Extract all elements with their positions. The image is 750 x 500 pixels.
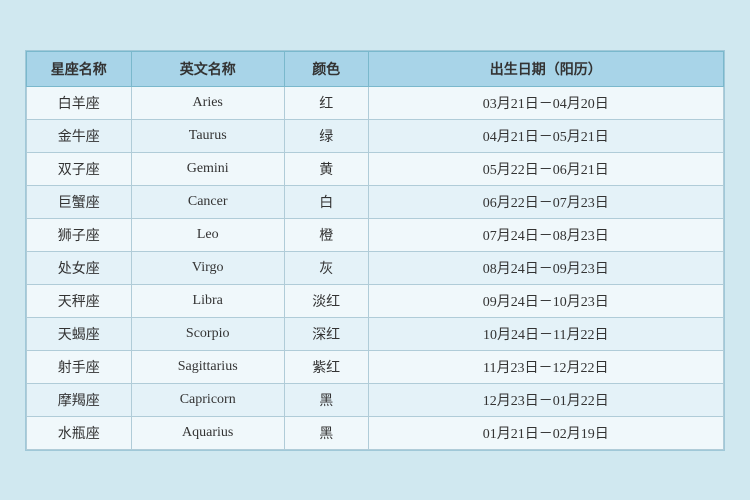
cell-en-name: Cancer bbox=[131, 185, 284, 218]
cell-cn-name: 摩羯座 bbox=[27, 383, 132, 416]
header-en-name: 英文名称 bbox=[131, 51, 284, 86]
cell-date: 11月23日－12月22日 bbox=[368, 350, 724, 383]
cell-date: 12月23日－01月22日 bbox=[368, 383, 724, 416]
cell-en-name: Leo bbox=[131, 218, 284, 251]
cell-cn-name: 双子座 bbox=[27, 152, 132, 185]
cell-date: 08月24日－09月23日 bbox=[368, 251, 724, 284]
table-row: 狮子座Leo橙07月24日－08月23日 bbox=[27, 218, 724, 251]
cell-date: 01月21日－02月19日 bbox=[368, 416, 724, 449]
cell-cn-name: 天秤座 bbox=[27, 284, 132, 317]
cell-cn-name: 水瓶座 bbox=[27, 416, 132, 449]
zodiac-table-container: 星座名称 英文名称 颜色 出生日期（阳历） 白羊座Aries红03月21日－04… bbox=[25, 50, 725, 451]
cell-cn-name: 金牛座 bbox=[27, 119, 132, 152]
cell-en-name: Gemini bbox=[131, 152, 284, 185]
cell-color: 白 bbox=[284, 185, 368, 218]
cell-en-name: Taurus bbox=[131, 119, 284, 152]
cell-color: 深红 bbox=[284, 317, 368, 350]
table-row: 巨蟹座Cancer白06月22日－07月23日 bbox=[27, 185, 724, 218]
table-row: 射手座Sagittarius紫红11月23日－12月22日 bbox=[27, 350, 724, 383]
cell-cn-name: 狮子座 bbox=[27, 218, 132, 251]
header-cn-name: 星座名称 bbox=[27, 51, 132, 86]
cell-date: 07月24日－08月23日 bbox=[368, 218, 724, 251]
cell-date: 06月22日－07月23日 bbox=[368, 185, 724, 218]
cell-en-name: Aries bbox=[131, 86, 284, 119]
table-header-row: 星座名称 英文名称 颜色 出生日期（阳历） bbox=[27, 51, 724, 86]
cell-en-name: Aquarius bbox=[131, 416, 284, 449]
cell-color: 绿 bbox=[284, 119, 368, 152]
table-row: 水瓶座Aquarius黑01月21日－02月19日 bbox=[27, 416, 724, 449]
table-row: 天蝎座Scorpio深红10月24日－11月22日 bbox=[27, 317, 724, 350]
cell-date: 03月21日－04月20日 bbox=[368, 86, 724, 119]
cell-color: 灰 bbox=[284, 251, 368, 284]
cell-en-name: Virgo bbox=[131, 251, 284, 284]
cell-date: 05月22日－06月21日 bbox=[368, 152, 724, 185]
table-row: 白羊座Aries红03月21日－04月20日 bbox=[27, 86, 724, 119]
cell-date: 09月24日－10月23日 bbox=[368, 284, 724, 317]
zodiac-table: 星座名称 英文名称 颜色 出生日期（阳历） 白羊座Aries红03月21日－04… bbox=[26, 51, 724, 450]
cell-date: 10月24日－11月22日 bbox=[368, 317, 724, 350]
cell-cn-name: 白羊座 bbox=[27, 86, 132, 119]
cell-en-name: Capricorn bbox=[131, 383, 284, 416]
cell-en-name: Scorpio bbox=[131, 317, 284, 350]
header-color: 颜色 bbox=[284, 51, 368, 86]
cell-cn-name: 巨蟹座 bbox=[27, 185, 132, 218]
table-row: 天秤座Libra淡红09月24日－10月23日 bbox=[27, 284, 724, 317]
cell-date: 04月21日－05月21日 bbox=[368, 119, 724, 152]
cell-cn-name: 射手座 bbox=[27, 350, 132, 383]
cell-color: 橙 bbox=[284, 218, 368, 251]
header-date: 出生日期（阳历） bbox=[368, 51, 724, 86]
cell-cn-name: 天蝎座 bbox=[27, 317, 132, 350]
cell-color: 黄 bbox=[284, 152, 368, 185]
cell-cn-name: 处女座 bbox=[27, 251, 132, 284]
cell-color: 黑 bbox=[284, 383, 368, 416]
table-row: 处女座Virgo灰08月24日－09月23日 bbox=[27, 251, 724, 284]
cell-color: 淡红 bbox=[284, 284, 368, 317]
cell-color: 黑 bbox=[284, 416, 368, 449]
cell-en-name: Libra bbox=[131, 284, 284, 317]
table-row: 金牛座Taurus绿04月21日－05月21日 bbox=[27, 119, 724, 152]
table-row: 双子座Gemini黄05月22日－06月21日 bbox=[27, 152, 724, 185]
cell-en-name: Sagittarius bbox=[131, 350, 284, 383]
table-row: 摩羯座Capricorn黑12月23日－01月22日 bbox=[27, 383, 724, 416]
cell-color: 紫红 bbox=[284, 350, 368, 383]
cell-color: 红 bbox=[284, 86, 368, 119]
